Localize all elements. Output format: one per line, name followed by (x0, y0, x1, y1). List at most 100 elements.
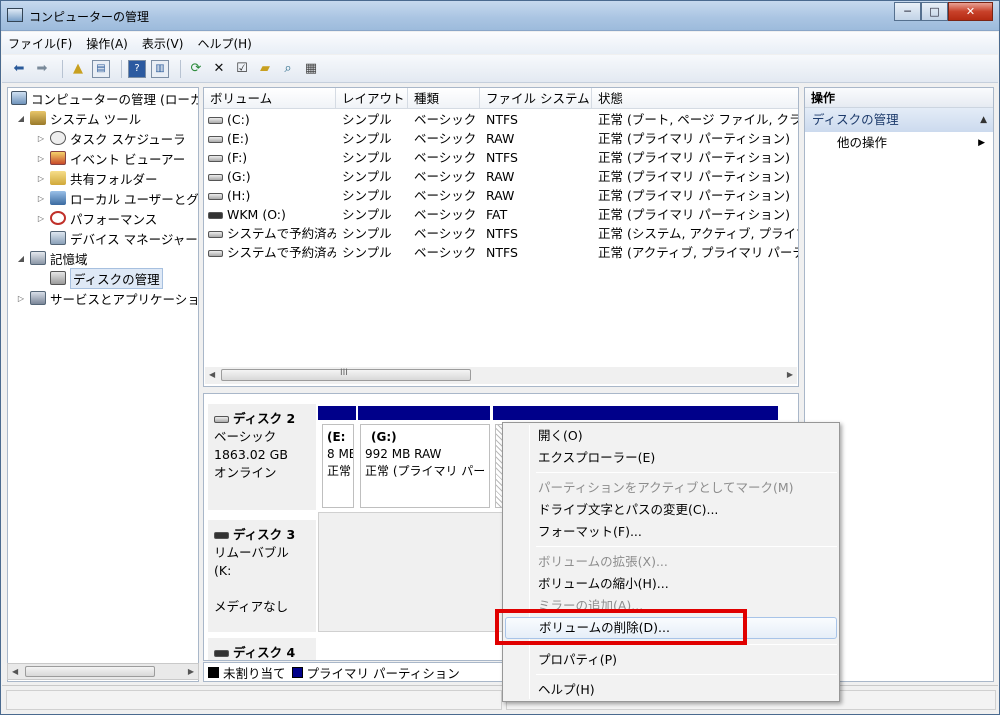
collapse-arrow-icon[interactable]: ◢ (16, 114, 26, 123)
column-filesystem[interactable]: ファイル システム (480, 88, 592, 109)
volume-row[interactable]: (G:) シンプル ベーシック RAW 正常 (プライマリ パーティション) (204, 167, 798, 186)
menu-help[interactable]: ヘルプ(H) (197, 35, 251, 52)
collapse-arrow-icon[interactable]: ◢ (16, 254, 26, 263)
up-folder-icon[interactable]: ▲ (69, 60, 87, 78)
tree-item-local-users[interactable]: ▷ ローカル ユーザーとグ (36, 188, 198, 208)
partition-name: (E: (327, 430, 346, 444)
volume-row[interactable]: システムで予約済み シンプル ベーシック NTFS 正常 (システム, アクティブ, プ… (204, 224, 798, 243)
tree-item-storage[interactable]: ◢ 記憶域 (16, 248, 88, 268)
expand-arrow-icon[interactable]: ▷ (36, 154, 46, 163)
tree-item-performance[interactable]: ▷ パフォーマンス (36, 208, 157, 228)
tree-item-shared-folders[interactable]: ▷ 共有フォルダー (36, 168, 158, 188)
disk-2-label[interactable]: ディスク 2 ベーシック 1863.02 GB オンライン (208, 404, 316, 510)
menu-item[interactable]: ドライブ文字とパスの変更(C)... (505, 499, 837, 521)
disk-properties-icon[interactable]: ▦ (302, 60, 320, 78)
tree-item-task-scheduler[interactable]: ▷ タスク スケジューラ (36, 128, 186, 148)
menu-file[interactable]: ファイル(F) (8, 35, 72, 52)
expand-arrow-icon[interactable]: ▷ (36, 174, 46, 183)
tree-root[interactable]: コンピューターの管理 (ローカ (11, 88, 198, 108)
partition-g[interactable]: (G:) 992 MB RAW 正常 (プライマリ パー (360, 424, 490, 508)
submenu-arrow-icon: ▶ (978, 138, 985, 148)
actions-header: 操作 (805, 88, 993, 108)
menu-item[interactable]: プロパティ(P) (505, 649, 837, 671)
scroll-left-icon[interactable]: ◀ (209, 370, 215, 379)
more-actions-item[interactable]: 他の操作 ▶ (805, 132, 993, 154)
volume-row[interactable]: (F:) シンプル ベーシック NTFS 正常 (プライマリ パーティション) (204, 148, 798, 167)
properties-icon[interactable]: ☑ (233, 60, 251, 78)
menu-view[interactable]: 表示(V) (142, 35, 184, 52)
open-folder-icon[interactable]: ▰ (256, 60, 274, 78)
menu-item[interactable]: ヘルプ(H) (505, 679, 837, 701)
volume-list-horizontal-scrollbar[interactable]: ◀ III ▶ (205, 367, 797, 384)
filesystem-cell: RAW (486, 169, 515, 184)
computer-management-window: コンピューターの管理 ─ □ ✕ ファイル(F) 操作(A) 表示(V) ヘルプ… (0, 0, 1000, 715)
actions-section-disk-management[interactable]: ディスクの管理 ▲ (805, 108, 993, 132)
expand-arrow-icon[interactable]: ▷ (36, 194, 46, 203)
menu-action[interactable]: 操作(A) (86, 35, 128, 52)
close-button[interactable]: ✕ (948, 2, 993, 21)
disk-4-label[interactable]: ディスク 4 (208, 638, 316, 660)
layout-cell: シンプル (342, 131, 392, 146)
disk-type: リムーバブル (K: (214, 545, 289, 578)
volume-name-cell: システムで予約済み (208, 224, 336, 243)
partition-e[interactable]: (E: 8 MB 正常 (322, 424, 354, 508)
tree-item-disk-management[interactable]: ディスクの管理 (36, 267, 163, 289)
volume-row[interactable]: (E:) シンプル ベーシック RAW 正常 (プライマリ パーティション) (204, 129, 798, 148)
show-hide-action-pane-icon[interactable]: ▥ (151, 59, 169, 78)
status-segment (6, 690, 502, 710)
volume-name-cell: システムで予約済み (208, 243, 336, 262)
search-icon[interactable]: ⌕ (279, 60, 297, 78)
delete-icon[interactable]: ✕ (210, 60, 228, 78)
disk-3-empty-area (318, 512, 518, 632)
show-hide-tree-icon[interactable]: ▤ (92, 59, 110, 78)
menu-item[interactable]: ボリュームの縮小(H)... (505, 573, 837, 595)
menu-item[interactable]: フォーマット(F)... (505, 521, 837, 543)
menu-item[interactable]: 開く(O) (505, 425, 837, 447)
menu-item[interactable]: ボリュームの削除(D)... (505, 617, 837, 639)
disk-management-icon (50, 271, 66, 285)
volume-name: (F:) (227, 150, 248, 165)
disk-3-label[interactable]: ディスク 3 リムーバブル (K: メディアなし (208, 520, 316, 632)
type-cell: ベーシック (414, 112, 477, 127)
menu-item: ミラーの追加(A)... (538, 598, 644, 613)
scroll-left-icon[interactable]: ◀ (12, 667, 18, 676)
volume-row[interactable]: (H:) シンプル ベーシック RAW 正常 (プライマリ パーティション) (204, 186, 798, 205)
storage-icon (30, 251, 46, 265)
expand-arrow-icon[interactable]: ▷ (16, 294, 26, 303)
scrollbar-thumb[interactable]: III (221, 368, 471, 381)
performance-icon (50, 211, 66, 225)
computer-management-icon (7, 8, 23, 22)
tree-item-event-viewer[interactable]: ▷ イベント ビューアー (36, 148, 185, 168)
column-status[interactable]: 状態 (592, 88, 798, 109)
filesystem-cell: RAW (486, 188, 515, 203)
volume-row[interactable]: WKM (O:) シンプル ベーシック FAT 正常 (プライマリ パーティション) (204, 205, 798, 224)
forward-arrow-icon[interactable]: ➡ (33, 60, 51, 78)
tree-item-label: イベント ビューアー (70, 151, 186, 167)
tree-item-device-manager[interactable]: デバイス マネージャー (36, 228, 198, 248)
refresh-icon[interactable]: ⟳ (187, 60, 205, 78)
collapse-up-icon[interactable]: ▲ (980, 108, 987, 132)
drive-icon (208, 136, 223, 143)
expand-arrow-icon[interactable]: ▷ (36, 134, 46, 143)
scroll-right-icon[interactable]: ▶ (188, 667, 194, 676)
column-type[interactable]: 種類 (408, 88, 480, 109)
tree-item-system-tools[interactable]: ◢ システム ツール (16, 108, 141, 128)
column-layout[interactable]: レイアウト (336, 88, 408, 109)
expand-arrow-icon[interactable]: ▷ (36, 214, 46, 223)
status-bar (2, 685, 998, 714)
volume-name-cell: (G:) (208, 167, 336, 186)
volume-row[interactable]: (C:) シンプル ベーシック NTFS 正常 (ブート, ページ ファイル, クラッ (204, 110, 798, 129)
filesystem-cell: NTFS (486, 245, 518, 260)
help-icon[interactable]: ? (128, 59, 146, 78)
tree-item-services-apps[interactable]: ▷ サービスとアプリケーショ (16, 288, 198, 308)
maximize-button[interactable]: □ (921, 2, 948, 21)
minimize-button[interactable]: ─ (894, 2, 921, 21)
drive-icon (208, 155, 223, 162)
scrollbar-thumb[interactable] (25, 666, 155, 677)
volume-row[interactable]: システムで予約済み シンプル ベーシック NTFS 正常 (アクティブ, プライマリ パ… (204, 243, 798, 262)
menu-item[interactable]: エクスプローラー(E) (505, 447, 837, 469)
column-volume[interactable]: ボリューム (204, 88, 336, 109)
tree-horizontal-scrollbar[interactable]: ◀ ▶ (7, 663, 199, 680)
scroll-right-icon[interactable]: ▶ (787, 370, 793, 379)
back-arrow-icon[interactable]: ⬅ (10, 60, 28, 78)
